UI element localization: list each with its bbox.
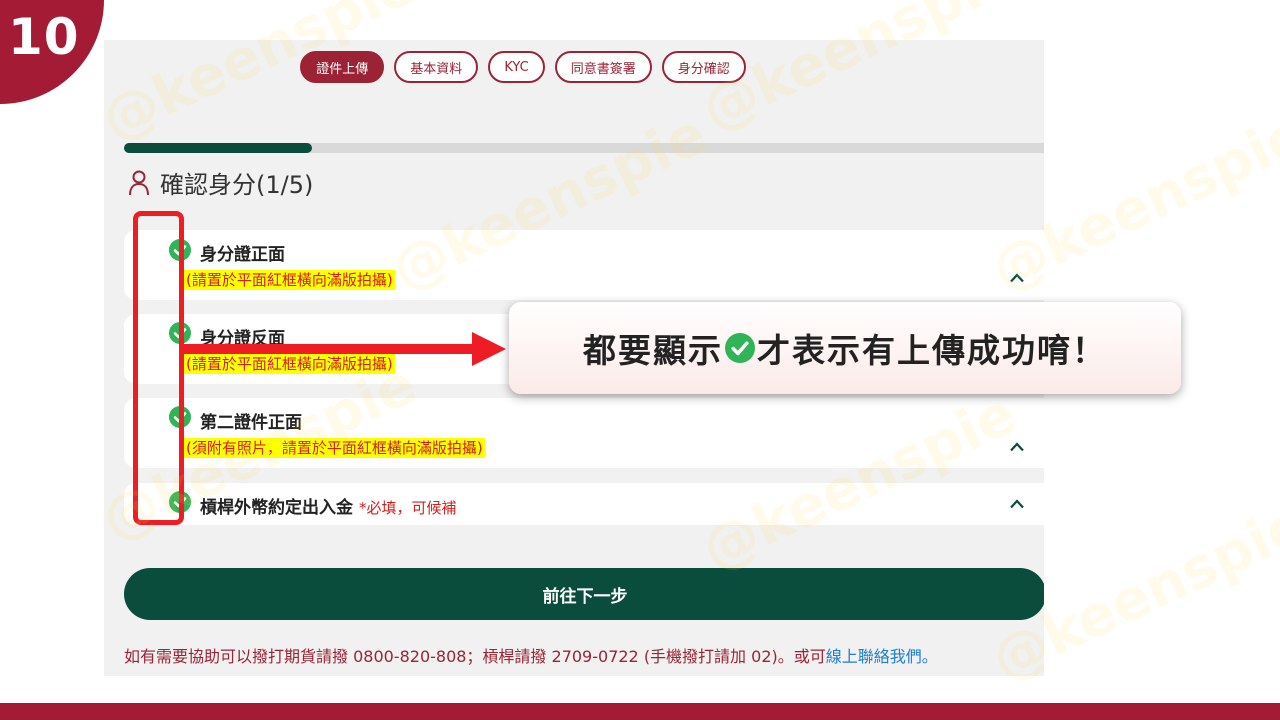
chevron-up-icon[interactable] <box>1010 499 1024 509</box>
callout-text-before: 都要顯示 <box>583 331 723 370</box>
callout-text-after: 才表示有上傳成功唷！ <box>757 331 1107 370</box>
upload-item-second-id[interactable]: 第二證件正面 (須附有照片，請置於平面紅框橫向滿版拍攝) <box>124 398 1044 468</box>
page-title: 確認身分(1/5) <box>160 171 314 199</box>
progress-bar <box>124 143 1044 153</box>
tab-document-upload[interactable]: 證件上傳 <box>300 51 385 83</box>
person-icon <box>129 170 149 195</box>
callout-box: 都要顯示 才表示有上傳成功唷！ <box>509 302 1181 394</box>
bottom-bar <box>0 703 1280 720</box>
chevron-up-icon[interactable] <box>1010 442 1024 452</box>
highlight-box <box>133 211 184 525</box>
tab-consent[interactable]: 同意書簽署 <box>554 51 652 83</box>
chevron-up-icon[interactable] <box>1010 273 1024 283</box>
tab-kyc[interactable]: KYC <box>488 51 545 83</box>
item-title: 身分證正面 <box>200 245 285 265</box>
item-title-wrap: 槓桿外幣約定出入金 *必填，可候補 <box>200 493 457 518</box>
tab-basic-info[interactable]: 基本資料 <box>394 51 479 83</box>
upload-item-fx-agreement[interactable]: 槓桿外幣約定出入金 *必填，可候補 <box>124 483 1044 525</box>
step-tabs: 證件上傳 基本資料 KYC 同意書簽署 身分確認 <box>104 51 942 83</box>
item-title: 第二證件正面 <box>200 413 302 433</box>
check-circle-icon <box>725 333 755 363</box>
item-note: (須附有照片，請置於平面紅框橫向滿版拍攝) <box>184 438 485 458</box>
footer-end: 。 <box>921 647 938 666</box>
item-note: (請置於平面紅框橫向滿版拍攝) <box>184 270 395 290</box>
section-header: 確認身分(1/5) <box>128 165 313 200</box>
help-footer: 如有需要協助可以撥打期貨請撥 0800-820-808；槓桿請撥 2709-07… <box>124 643 938 667</box>
slide-number-badge: 10 <box>0 0 104 104</box>
tab-identity-confirm[interactable]: 身分確認 <box>661 51 746 83</box>
next-step-button[interactable]: 前往下一步 <box>124 568 1044 620</box>
progress-fill <box>124 143 312 153</box>
contact-us-link[interactable]: 線上聯絡我們 <box>826 647 922 666</box>
help-text: 如有需要協助可以撥打期貨請撥 0800-820-808；槓桿請撥 2709-07… <box>124 647 826 666</box>
slide-number: 10 <box>8 8 80 66</box>
upload-item-id-front[interactable]: 身分證正面 (請置於平面紅框橫向滿版拍攝) <box>124 230 1044 300</box>
item-title: 槓桿外幣約定出入金 <box>200 498 353 518</box>
arrow-right-icon <box>184 332 506 366</box>
required-note: *必填，可候補 <box>359 499 457 517</box>
